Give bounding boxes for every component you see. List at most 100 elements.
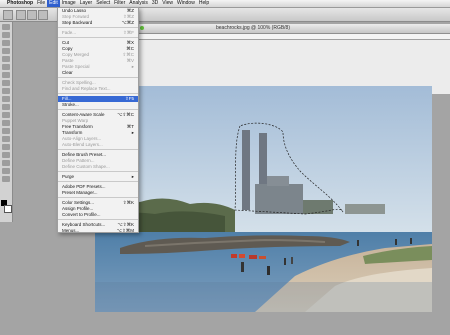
- menu-item-fade: Fade... ⇧⌘F: [58, 30, 138, 36]
- menu-item-label: Content-Aware Scale: [62, 112, 105, 117]
- move-tool-icon[interactable]: [2, 24, 10, 30]
- menu-analysis[interactable]: Analysis: [127, 0, 150, 7]
- menu-separator: [58, 219, 138, 220]
- menu-item-label: Define Brush Preset...: [62, 152, 107, 157]
- menu-item-label: Auto-Align Layers...: [62, 136, 102, 141]
- document-title-bar: beachrocks.jpg @ 100% (RGB/8): [126, 24, 450, 34]
- subtract-selection-icon[interactable]: [38, 10, 48, 20]
- menu-item-convert-to-profile[interactable]: Convert to Profile...: [58, 212, 138, 218]
- blur-tool-icon[interactable]: [2, 120, 10, 126]
- menu-separator: [58, 197, 138, 198]
- gradient-tool-icon[interactable]: [2, 112, 10, 118]
- menu-image[interactable]: Image: [60, 0, 78, 7]
- menu-filter[interactable]: Filter: [112, 0, 127, 7]
- menu-item-shortcut: ⌥⇧⌘M: [116, 228, 134, 233]
- menu-separator: [58, 181, 138, 182]
- menu-item-label: Paste: [62, 58, 74, 63]
- menu-item-label: Check Spelling...: [62, 80, 96, 85]
- beach-photo: [95, 86, 432, 312]
- menu-item-preset-manager[interactable]: Preset Manager...: [58, 190, 138, 196]
- menu-separator: [58, 93, 138, 94]
- menu-help[interactable]: Help: [197, 0, 211, 7]
- zoom-tool-icon[interactable]: [2, 176, 10, 182]
- menu-item-purge[interactable]: Purge ▸: [58, 174, 138, 180]
- menu-item-label: Cut: [62, 40, 70, 45]
- menu-item-label: Copy: [62, 46, 73, 51]
- eyedropper-tool-icon[interactable]: [2, 64, 10, 70]
- shape-tool-icon[interactable]: [2, 160, 10, 166]
- menu-file[interactable]: File: [35, 0, 47, 7]
- menu-photoshop[interactable]: Photoshop: [5, 0, 35, 7]
- menu-item-define-custom-shape: Define Custom Shape...: [58, 164, 138, 170]
- document-title: beachrocks.jpg @ 100% (RGB/8): [216, 25, 290, 31]
- menu-item-label: Color Settings...: [62, 200, 95, 205]
- menu-item-label: Purge: [62, 174, 75, 179]
- eraser-tool-icon[interactable]: [2, 104, 10, 110]
- menu-item-label: Paste Special: [62, 64, 90, 69]
- menu-item-clear[interactable]: Clear: [58, 70, 138, 76]
- menu-3d[interactable]: 3D: [150, 0, 160, 7]
- type-tool-icon[interactable]: [2, 144, 10, 150]
- menu-item-label: Transform: [62, 130, 83, 135]
- menu-item-auto-blend-layers: Auto-Blend Layers...: [58, 142, 138, 148]
- menu-item-label: Define Pattern...: [62, 158, 95, 163]
- pen-tool-icon[interactable]: [2, 136, 10, 142]
- hand-tool-icon[interactable]: [2, 168, 10, 174]
- healing-brush-icon[interactable]: [2, 72, 10, 78]
- menu-item-label: Preset Manager...: [62, 190, 98, 195]
- zoom-icon[interactable]: [140, 25, 144, 30]
- menu-item-label: Step Forward: [62, 14, 90, 19]
- menu-item-label: Fill...: [62, 96, 72, 101]
- ruler: [126, 34, 450, 40]
- add-selection-icon[interactable]: [27, 10, 37, 20]
- tools-panel: [0, 22, 13, 222]
- menu-separator: [58, 37, 138, 38]
- menu-separator: [58, 171, 138, 172]
- menu-item-label: Clear: [62, 70, 73, 75]
- menu-separator: [58, 109, 138, 110]
- dodge-tool-icon[interactable]: [2, 128, 10, 134]
- lasso-tool-icon[interactable]: [2, 40, 10, 46]
- menu-edit[interactable]: Edit: [47, 0, 60, 7]
- marquee-tool-icon[interactable]: [2, 32, 10, 38]
- menu-item-label: Copy Merged: [62, 52, 90, 57]
- menu-item-label: Menus...: [62, 228, 80, 233]
- menu-item-shortcut: ⇧⌘F: [122, 30, 134, 35]
- edit-menu: Undo Lasso ⌘Z Step Forward ⇧⌘Z Step Backward…: [57, 7, 139, 233]
- menu-item-find-and-replace-text: Find and Replace Text...: [58, 86, 138, 92]
- history-brush-icon[interactable]: [2, 96, 10, 102]
- menu-item-label: Auto-Blend Layers...: [62, 142, 103, 147]
- menu-layer[interactable]: Layer: [78, 0, 95, 7]
- clone-stamp-icon[interactable]: [2, 88, 10, 94]
- document-window: beachrocks.jpg @ 100% (RGB/8): [126, 24, 450, 94]
- menu-item-menus[interactable]: Menus... ⌥⇧⌘M: [58, 228, 138, 234]
- menu-window[interactable]: Window: [175, 0, 197, 7]
- menu-item-label: Keyboard Shortcuts...: [62, 222, 106, 227]
- path-select-icon[interactable]: [2, 152, 10, 158]
- menu-item-label: Undo Lasso: [62, 8, 87, 13]
- background-color-swatch[interactable]: [4, 205, 12, 213]
- menu-item-label: Fade...: [62, 30, 77, 35]
- menu-item-label: Define Custom Shape...: [62, 164, 110, 169]
- brush-tool-icon[interactable]: [2, 80, 10, 86]
- menu-item-label: Convert to Profile...: [62, 212, 101, 217]
- menu-item-label: Stroke...: [62, 102, 79, 107]
- image-canvas[interactable]: [95, 86, 432, 312]
- menu-item-stroke[interactable]: Stroke...: [58, 102, 138, 108]
- menu-item-label: Find and Replace Text...: [62, 86, 111, 91]
- menu-separator: [58, 27, 138, 28]
- menu-item-label: Puppet Warp: [62, 118, 89, 123]
- menu-item-label: Assign Profile...: [62, 206, 94, 211]
- menu-item-shortcut: ⌥⌘Z: [121, 20, 134, 25]
- menu-item-step-backward[interactable]: Step Backward ⌥⌘Z: [58, 20, 138, 26]
- menu-select[interactable]: Select: [94, 0, 112, 7]
- menu-separator: [58, 149, 138, 150]
- new-selection-icon[interactable]: [16, 10, 26, 20]
- crop-tool-icon[interactable]: [2, 56, 10, 62]
- menu-view[interactable]: View: [160, 0, 175, 7]
- menu-item-label: Adobe PDF Presets...: [62, 184, 106, 189]
- menu-item-shortcut: ▸: [131, 174, 134, 179]
- tool-preset-icon[interactable]: [3, 10, 13, 20]
- quick-select-tool-icon[interactable]: [2, 48, 10, 54]
- menu-item-label: Step Backward: [62, 20, 93, 25]
